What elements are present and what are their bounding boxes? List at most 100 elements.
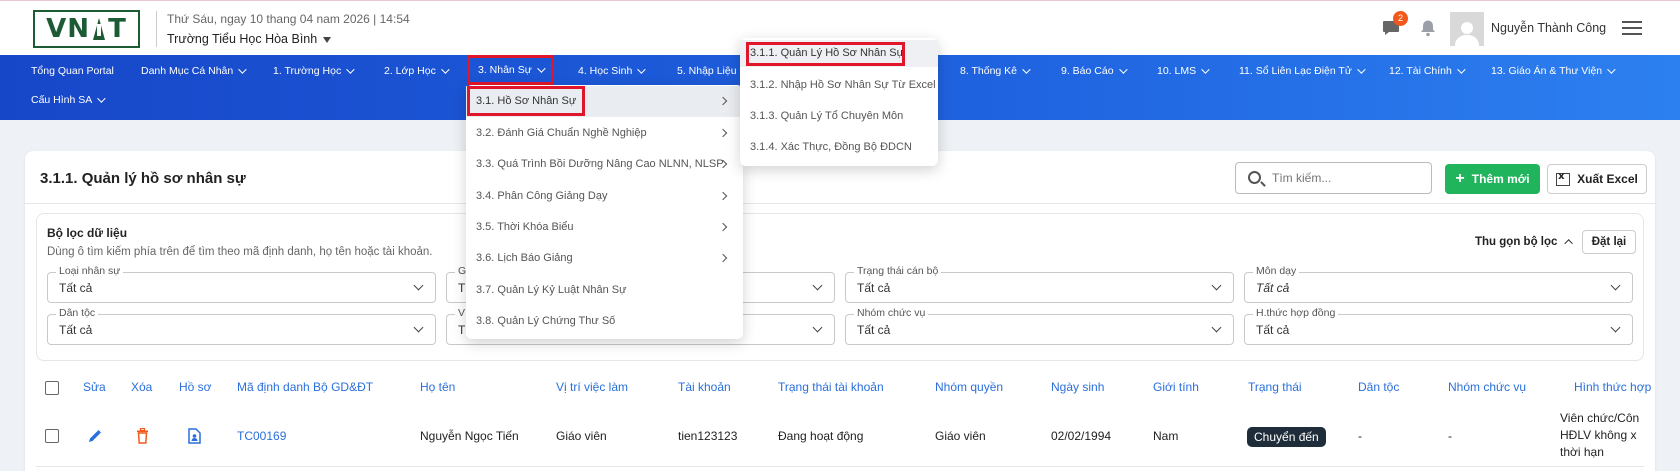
chevron-up-icon	[1564, 239, 1574, 248]
field-value: Tất cả	[857, 323, 891, 337]
row-account-status: Đang hoạt động	[778, 429, 864, 443]
nav-item-statistics[interactable]: 8. Thống Kê	[960, 65, 1031, 77]
field-label: H.thức hợp đồng	[1253, 307, 1339, 319]
chevron-down-icon	[413, 322, 424, 333]
col-moet-id[interactable]: Mã định danh Bộ GD&ĐT	[237, 380, 373, 394]
col-position-group[interactable]: Nhóm chức vụ	[1448, 380, 1526, 394]
nav-item-personnel[interactable]: 3. Nhân Sự	[467, 55, 554, 85]
filter-position-group[interactable]: Nhóm chức vụ Tất cả	[845, 307, 1234, 345]
nav-item-contact-book[interactable]: 11. Sổ Liên Lạc Điện Tử	[1239, 65, 1366, 77]
antenna-icon	[91, 16, 107, 42]
field-value: Tất cả	[857, 281, 891, 295]
row-checkbox[interactable]	[45, 429, 59, 443]
add-new-button[interactable]: + Thêm mới	[1445, 164, 1540, 194]
status-badge: Chuyển đến	[1247, 427, 1326, 447]
nav-item-class[interactable]: 2. Lớp Học	[384, 65, 450, 77]
field-label: Loại nhân sự	[56, 265, 124, 277]
col-status[interactable]: Trạng thái	[1248, 380, 1302, 394]
highlight-box-staff-profile	[467, 86, 585, 116]
bell-icon[interactable]	[1419, 19, 1437, 37]
export-excel-label: Xuất Excel	[1577, 172, 1638, 186]
chevron-down-icon	[1211, 322, 1222, 333]
nav-item-data-entry[interactable]: 5. Nhập Liệu	[677, 65, 751, 77]
chevron-down-icon	[1610, 280, 1621, 291]
export-excel-button[interactable]: Xuất Excel	[1547, 164, 1647, 194]
filter-subject[interactable]: Môn dạy Tất cả	[1244, 265, 1633, 303]
logo-text-end: T	[108, 14, 127, 44]
nav-item-finance[interactable]: 12. Tài Chính	[1389, 65, 1466, 77]
nav-item-reports[interactable]: 9. Báo Cáo	[1061, 65, 1128, 77]
nav-item-school[interactable]: 1. Trường Học	[273, 65, 355, 77]
field-label: Môn dạy	[1253, 265, 1300, 277]
col-profile: Hồ sơ	[179, 380, 212, 394]
avatar[interactable]	[1450, 12, 1484, 46]
menu-item-professional-evaluation[interactable]: 3.2. Đánh Giá Chuẩn Nghề Nghiệp	[476, 127, 647, 139]
col-ethnicity[interactable]: Dân tộc	[1358, 380, 1399, 394]
plus-icon: +	[1455, 170, 1465, 187]
caret-down-icon	[323, 36, 332, 43]
col-job-position[interactable]: Vị trí việc làm	[556, 380, 628, 394]
hamburger-menu-icon[interactable]	[1622, 20, 1642, 36]
col-contract-type[interactable]: Hình thức hợp	[1574, 380, 1651, 394]
trash-icon[interactable]	[136, 428, 149, 444]
col-full-name[interactable]: Họ tên	[420, 380, 455, 394]
submenu-item-professional-groups[interactable]: 3.1.3. Quản Lý Tổ Chuyên Môn	[750, 110, 903, 122]
filter-staff-status[interactable]: Trạng thái cán bộ Tất cả	[845, 265, 1234, 303]
personnel-dropdown-menu	[466, 85, 743, 339]
select-all-checkbox[interactable]	[45, 381, 59, 395]
nav-label: 4. Học Sinh	[578, 65, 633, 77]
highlight-box-manage-profiles	[746, 42, 905, 66]
edit-pencil-icon[interactable]	[87, 429, 102, 444]
nav-item-lesson-plans[interactable]: 13. Giáo Án & Thư Viện	[1491, 65, 1616, 77]
nav-item-sa-config[interactable]: Cấu Hình SA	[31, 94, 106, 106]
menu-item-discipline[interactable]: 3.7. Quản Lý Kỷ Luật Nhân Sự	[476, 284, 626, 296]
chevron-down-icon	[536, 64, 546, 73]
row-account: tien123123	[678, 429, 738, 443]
notification-badge: 2	[1393, 11, 1408, 26]
nav-item-overview[interactable]: Tổng Quan Portal	[31, 65, 114, 77]
menu-item-teaching-assignment[interactable]: 3.4. Phân Công Giảng Dạy	[476, 190, 607, 202]
menu-item-digital-certificates[interactable]: 3.8. Quản Lý Chứng Thư Số	[476, 315, 615, 327]
search-input[interactable]	[1272, 169, 1422, 187]
menu-item-lesson-schedule[interactable]: 3.6. Lịch Báo Giảng	[476, 252, 573, 264]
col-account[interactable]: Tài khoản	[678, 380, 731, 394]
col-account-status[interactable]: Trạng thái tài khoản	[778, 380, 884, 394]
chevron-down-icon	[1211, 280, 1222, 291]
row-dob: 02/02/1994	[1051, 429, 1112, 443]
current-datetime: Thứ Sáu, ngay 10 thang 04 nam 2026 | 14:…	[167, 12, 410, 26]
profile-document-icon[interactable]	[188, 428, 201, 444]
nav-label: 9. Báo Cáo	[1061, 65, 1114, 77]
menu-item-timetable[interactable]: 3.5. Thời Khóa Biểu	[476, 221, 574, 233]
nav-label: Danh Mục Cá Nhân	[141, 65, 234, 77]
contract-line: thời hạn	[1560, 445, 1604, 459]
reset-button[interactable]: Đặt lại	[1582, 230, 1636, 254]
nav-item-personal[interactable]: Danh Mục Cá Nhân	[141, 65, 247, 77]
filter-staff-type[interactable]: Loại nhân sự Tất cả	[47, 265, 436, 303]
filter-contract-type[interactable]: H.thức hợp đồng Tất cả	[1244, 307, 1633, 345]
filter-ethnicity[interactable]: Dân tộc Tất cả	[47, 307, 436, 345]
add-new-label: Thêm mới	[1471, 172, 1530, 186]
search-box[interactable]	[1235, 162, 1432, 194]
nav-item-students[interactable]: 4. Học Sinh	[578, 65, 646, 77]
chevron-down-icon	[812, 280, 823, 291]
col-role-group[interactable]: Nhóm quyền	[935, 380, 1003, 394]
nav-item-lms[interactable]: 10. LMS	[1157, 65, 1210, 77]
menu-item-training-process[interactable]: 3.3. Quá Trình Bồi Dưỡng Nâng Cao NLNN, …	[476, 158, 724, 170]
row-divider	[36, 466, 1644, 467]
vnpt-logo[interactable]: VN T	[33, 10, 140, 48]
header-divider	[156, 11, 157, 47]
submenu-item-import-excel[interactable]: 3.1.2. Nhập Hồ Sơ Nhân Sự Từ Excel	[750, 79, 936, 91]
chevron-down-icon	[1610, 322, 1621, 333]
nav-label: 2. Lớp Học	[384, 65, 436, 77]
col-dob[interactable]: Ngày sinh	[1051, 380, 1104, 394]
user-name[interactable]: Nguyễn Thành Công	[1491, 21, 1606, 35]
school-name: Trường Tiểu Học Hòa Bình	[167, 32, 318, 46]
logo-text: VN	[46, 14, 91, 44]
row-moet-id-link[interactable]: TC00169	[237, 429, 286, 443]
col-gender[interactable]: Giới tính	[1153, 380, 1199, 394]
collapse-filter-toggle[interactable]: Thu gọn bộ lọc	[1475, 236, 1574, 248]
nav-label: 10. LMS	[1157, 65, 1197, 77]
school-selector[interactable]: Trường Tiểu Học Hòa Bình	[167, 32, 332, 46]
submenu-item-verify-sync[interactable]: 3.1.4. Xác Thực, Đồng Bộ ĐDCN	[750, 141, 912, 153]
field-value: Tất cả	[59, 281, 93, 295]
